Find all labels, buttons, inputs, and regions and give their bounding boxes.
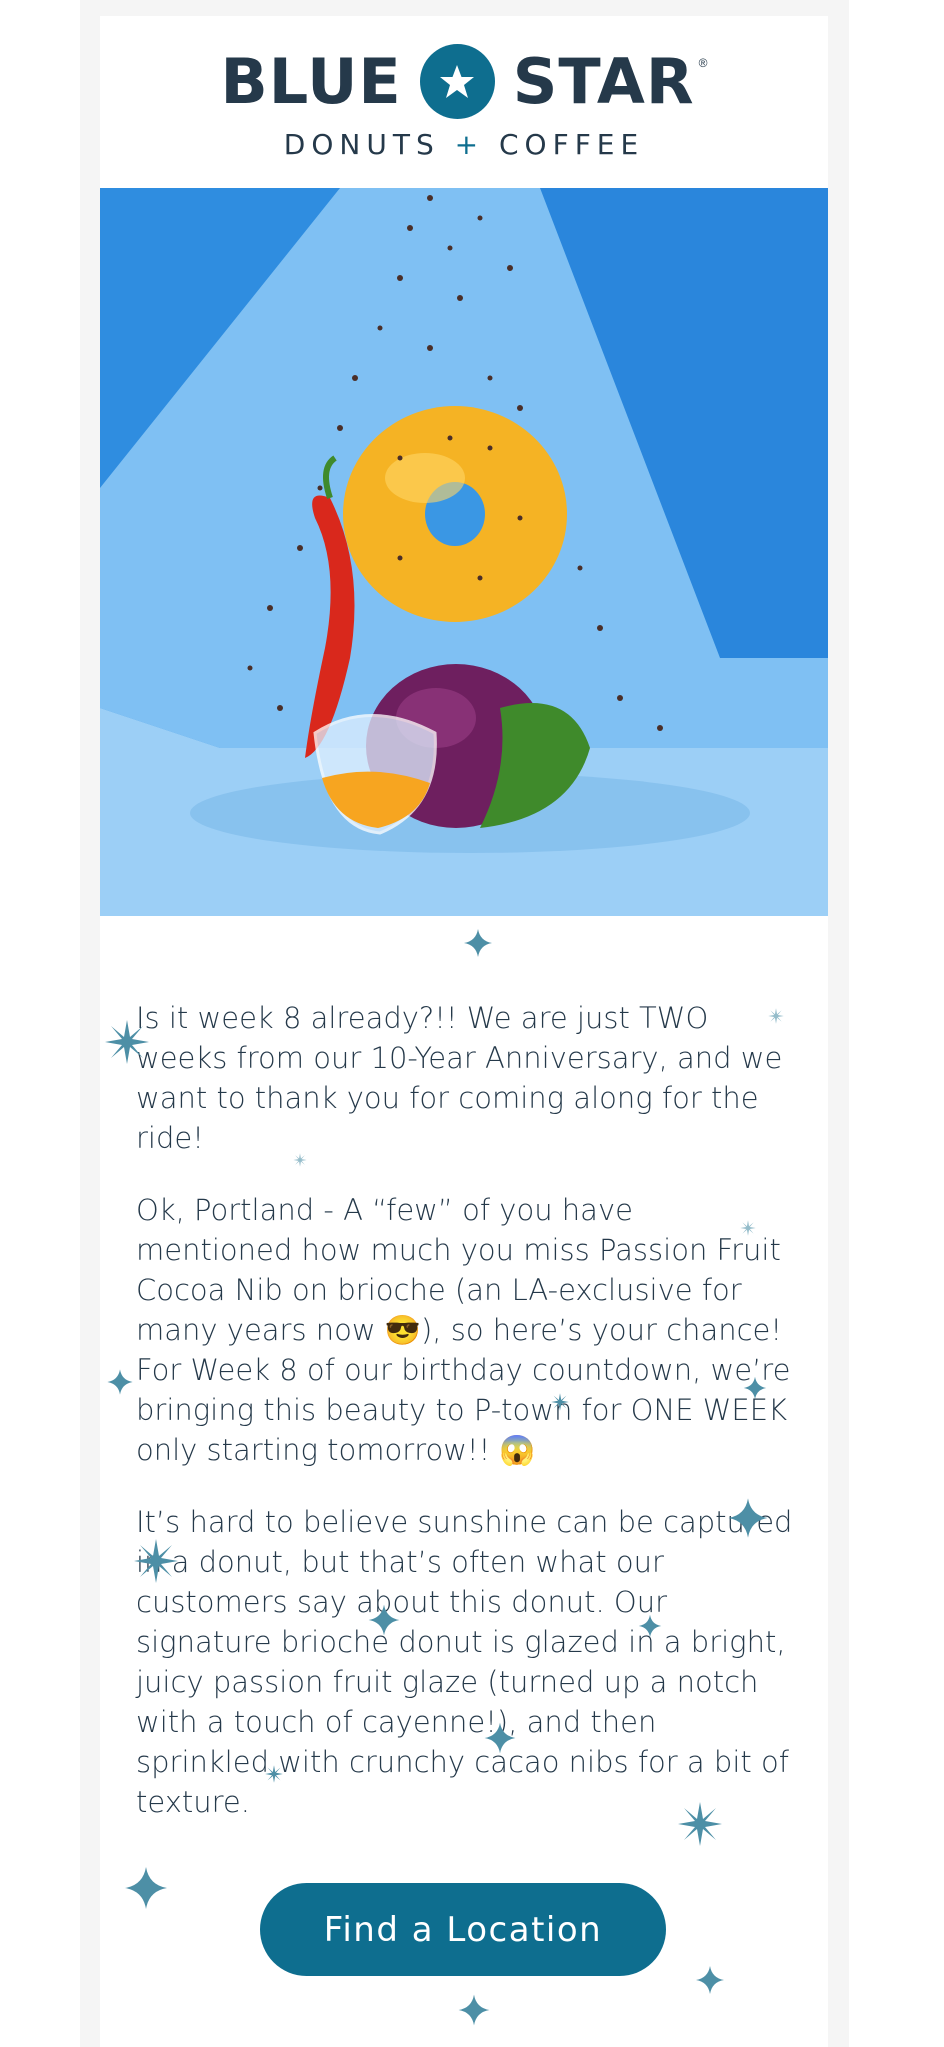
sparkle-icon [107,1369,133,1395]
hero-image [100,188,828,916]
brand-header: BLUE STAR ® DONUTS + COFFEE [100,16,828,188]
tagline-coffee: COFFEE [499,128,645,161]
sparkle-icon [464,929,492,957]
paragraph-description: It’s hard to believe sunshine can be cap… [136,1505,793,1819]
email-background: BLUE STAR ® DONUTS + COFFEE Is it week 8… [80,0,849,2047]
logo-word-star: STAR [512,45,695,118]
sparkle-icon [696,1966,724,1994]
tagline-plus: + [454,128,485,161]
paragraph-intro: Is it week 8 already?!! We are just TWO … [136,1001,783,1155]
sparkle-icon [458,1994,490,2026]
find-location-button[interactable]: Find a Location [260,1883,666,1976]
body-copy: Is it week 8 already?!! We are just TWO … [136,998,796,1854]
paragraph-portland: Ok, Portland - A “few” of you have menti… [136,1193,791,1467]
logo-word-blue: BLUE [220,45,402,118]
logo[interactable]: BLUE STAR ® [100,34,828,129]
tagline: DONUTS + COFFEE [100,128,828,161]
sparkle-icon [125,1867,167,1909]
tagline-donuts: DONUTS [283,128,440,161]
email-card: BLUE STAR ® DONUTS + COFFEE Is it week 8… [100,16,828,2047]
star-icon [419,44,495,119]
registered-mark: ® [698,56,708,70]
